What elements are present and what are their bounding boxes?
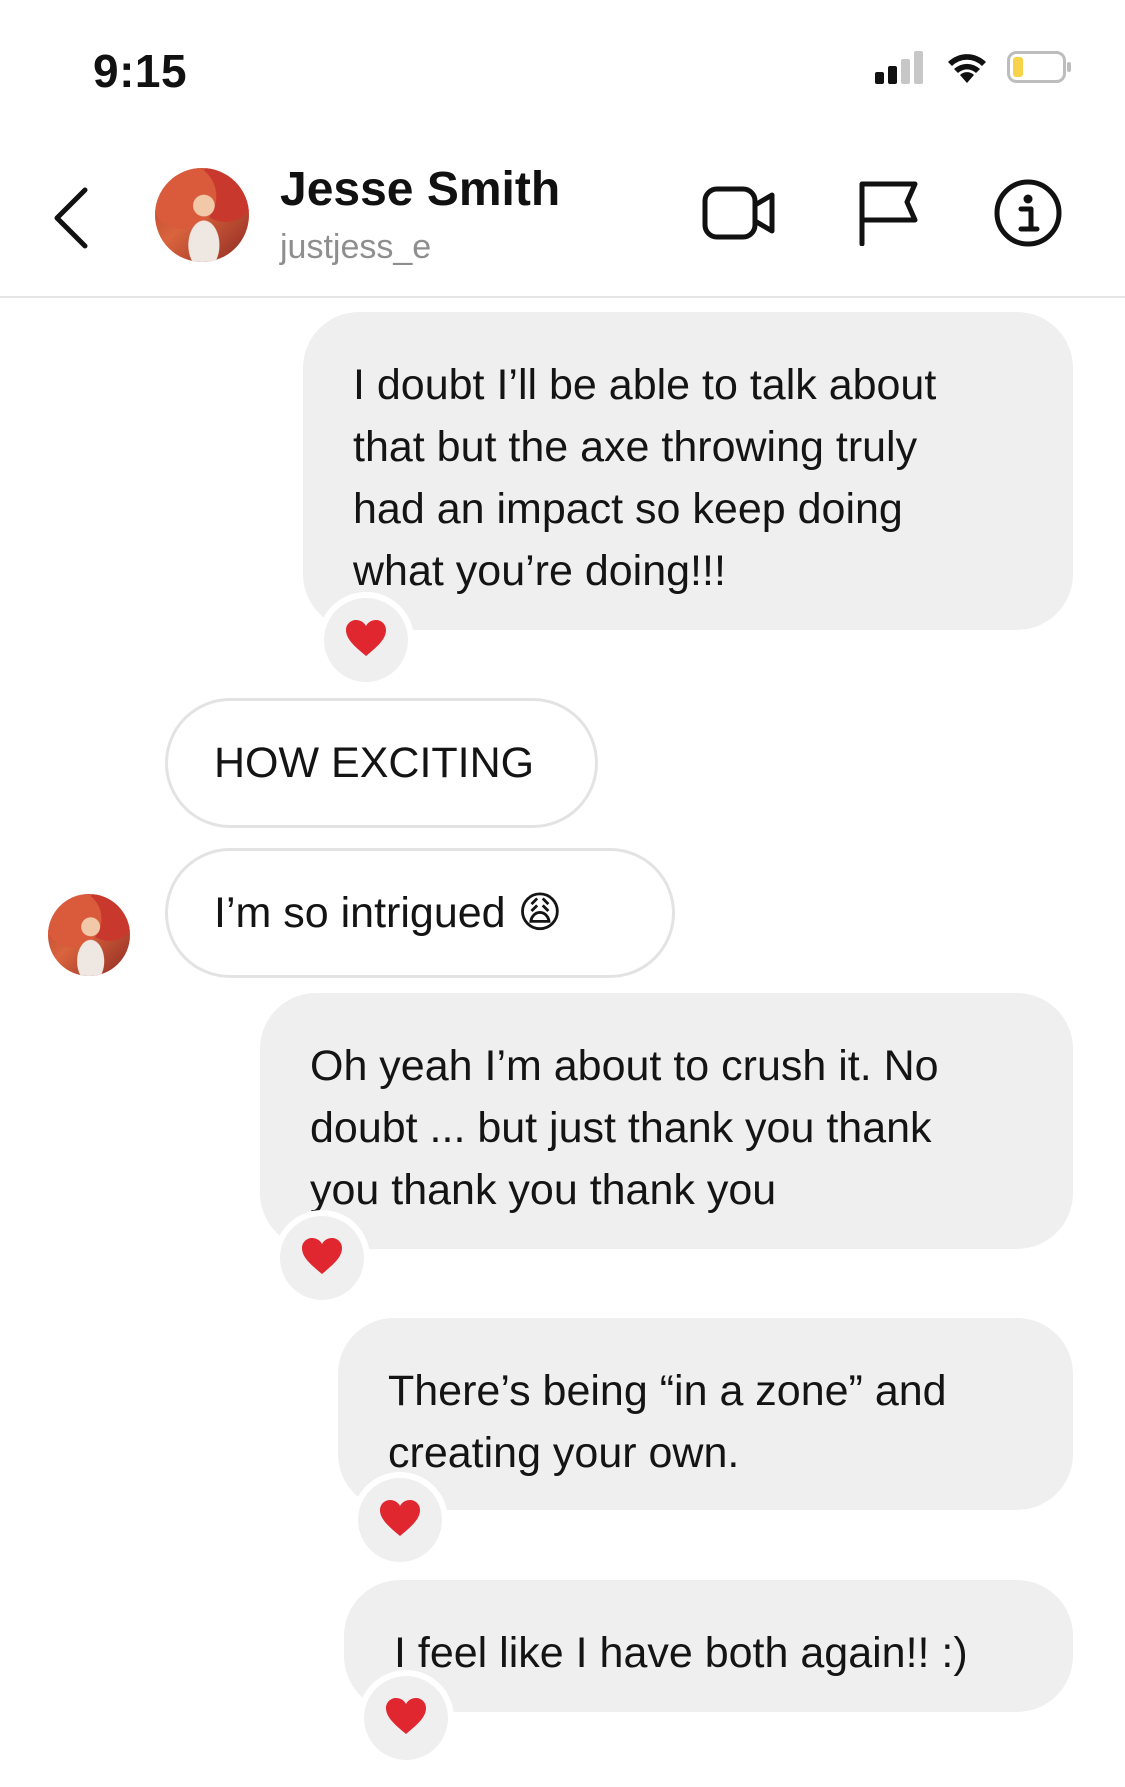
message-text: HOW EXCITING <box>214 739 535 787</box>
contact-username: justjess_e <box>280 228 432 266</box>
message-reaction[interactable] <box>352 1472 448 1568</box>
back-chevron-icon <box>51 186 91 255</box>
flag-icon <box>857 180 919 251</box>
outgoing-message[interactable]: I feel like I have both again!! :) <box>344 1580 1073 1712</box>
status-icons <box>875 50 1073 89</box>
incoming-message[interactable]: I’m so intrigued 😩 <box>165 848 675 978</box>
status-bar: 9:15 <box>0 0 1125 130</box>
info-button[interactable] <box>988 175 1068 255</box>
message-text: I’m so intrigued 😩 <box>214 889 563 937</box>
message-reaction[interactable] <box>318 592 414 688</box>
message-text: I feel like I have both again!! :) <box>394 1629 968 1677</box>
status-time: 9:15 <box>93 45 188 97</box>
chat-header: Jesse Smith justjess_e <box>0 140 1125 298</box>
heart-reaction-icon <box>378 1498 422 1543</box>
outgoing-message[interactable]: Oh yeah I’m about to crush it. No doubt … <box>260 993 1073 1249</box>
avatar-image <box>48 894 130 976</box>
contact-name[interactable]: Jesse Smith <box>280 162 560 217</box>
message-text: There’s being “in a zone” and creating y… <box>388 1367 947 1477</box>
message-reaction[interactable] <box>274 1210 370 1306</box>
contact-avatar[interactable] <box>155 168 249 262</box>
message-text: I doubt I’ll be able to talk about that … <box>353 361 937 595</box>
wifi-icon <box>945 50 989 89</box>
heart-reaction-icon <box>384 1696 428 1741</box>
cellular-signal-icon <box>875 50 927 89</box>
avatar-image <box>155 168 249 262</box>
heart-reaction-icon <box>300 1236 344 1281</box>
video-call-icon <box>702 183 778 248</box>
message-text: Oh yeah I’m about to crush it. No doubt … <box>310 1042 939 1214</box>
battery-icon <box>1007 50 1073 89</box>
info-icon <box>993 178 1063 253</box>
video-call-button[interactable] <box>700 175 780 255</box>
heart-reaction-icon <box>344 618 388 663</box>
message-reaction[interactable] <box>358 1670 454 1766</box>
message-thread[interactable]: I doubt I’ll be able to talk about that … <box>0 300 1125 1787</box>
back-button[interactable] <box>46 180 96 260</box>
outgoing-message[interactable]: I doubt I’ll be able to talk about that … <box>303 312 1073 630</box>
sender-avatar[interactable] <box>48 894 130 976</box>
outgoing-message[interactable]: There’s being “in a zone” and creating y… <box>338 1318 1073 1510</box>
report-flag-button[interactable] <box>848 175 928 255</box>
incoming-message[interactable]: HOW EXCITING <box>165 698 598 828</box>
